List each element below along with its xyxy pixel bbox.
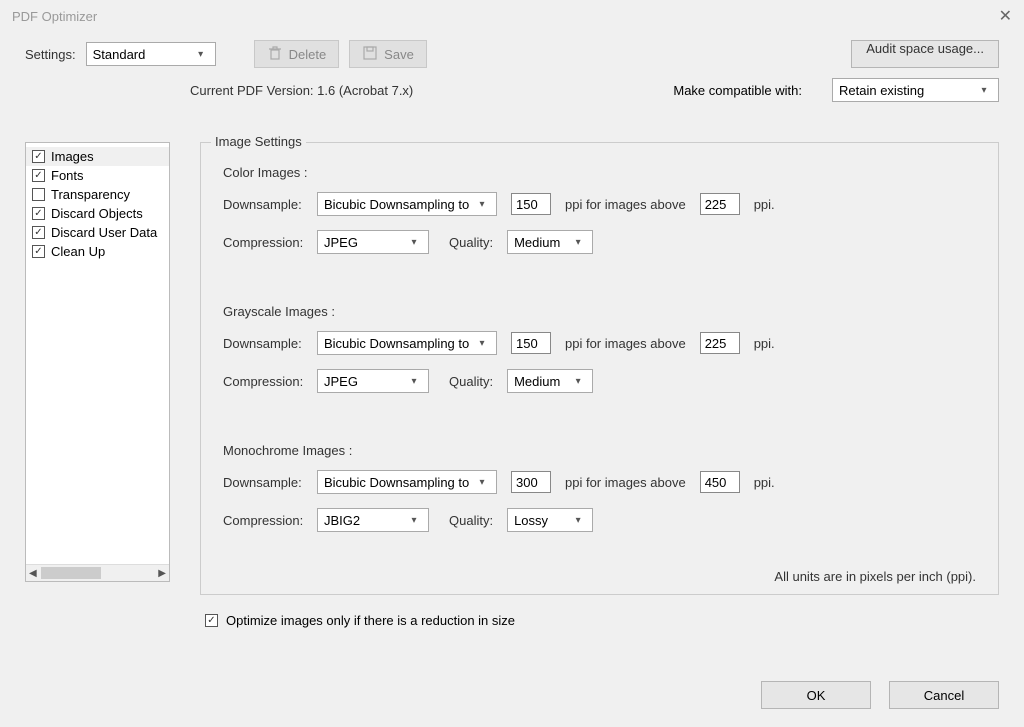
chevron-down-icon: ▾	[570, 376, 586, 387]
bottom-buttons: OK Cancel	[761, 681, 999, 709]
current-version-label: Current PDF Version: 1.6 (Acrobat 7.x)	[190, 83, 413, 98]
downsample-select[interactable]: Bicubic Downsampling to▾	[317, 192, 497, 216]
info-row: Current PDF Version: 1.6 (Acrobat 7.x) M…	[0, 72, 1024, 114]
compat-select[interactable]: Retain existing ▾	[832, 78, 999, 102]
downsample-select[interactable]: Bicubic Downsampling to▾	[317, 331, 497, 355]
ppi-mid-text: ppi for images above	[565, 197, 686, 212]
sidebar-item-label: Discard Objects	[51, 206, 143, 221]
compat-label: Make compatible with:	[673, 83, 802, 98]
quality-select[interactable]: Medium▾	[507, 230, 593, 254]
image-section: Monochrome Images : Downsample: Bicubic Do…	[223, 443, 976, 532]
compression-select[interactable]: JBIG2▾	[317, 508, 429, 532]
sidebar-item-discard-objects[interactable]: Discard Objects	[26, 204, 169, 223]
section-title: Monochrome Images :	[223, 443, 976, 458]
ppi-mid-text: ppi for images above	[565, 475, 686, 490]
sidebar-checkbox[interactable]	[32, 226, 45, 239]
settings-select[interactable]: Standard ▾	[86, 42, 216, 66]
quality-select[interactable]: Medium▾	[507, 369, 593, 393]
category-sidebar: Images Fonts Transparency Discard Objects Di…	[25, 142, 170, 582]
settings-value: Standard	[93, 47, 146, 62]
chevron-down-icon: ▾	[406, 376, 422, 387]
units-note: All units are in pixels per inch (ppi).	[774, 569, 976, 584]
chevron-down-icon: ▾	[474, 199, 490, 210]
quality-label: Quality:	[449, 513, 493, 528]
audit-space-button[interactable]: Audit space usage...	[851, 40, 999, 68]
chevron-down-icon: ▾	[406, 515, 422, 526]
chevron-down-icon: ▾	[570, 237, 586, 248]
chevron-down-icon: ▾	[406, 237, 422, 248]
window-title: PDF Optimizer	[12, 9, 97, 24]
chevron-down-icon: ▾	[570, 515, 586, 526]
section-title: Grayscale Images :	[223, 304, 976, 319]
section-title: Color Images :	[223, 165, 976, 180]
sidebar-checkbox[interactable]	[32, 150, 45, 163]
compression-label: Compression:	[223, 235, 303, 250]
image-section: Color Images : Downsample: Bicubic Downsam…	[223, 165, 976, 294]
optimize-row: Optimize images only if there is a reduc…	[205, 613, 1024, 628]
ppi-input[interactable]	[511, 332, 551, 354]
scroll-left-icon[interactable]: ◀	[29, 568, 37, 579]
scroll-thumb[interactable]	[41, 567, 101, 579]
ppi-input[interactable]	[511, 471, 551, 493]
ppi-suffix: ppi.	[754, 197, 775, 212]
optimize-label: Optimize images only if there is a reduc…	[226, 613, 515, 628]
sidebar-item-transparency[interactable]: Transparency	[26, 185, 169, 204]
sidebar-checkbox[interactable]	[32, 169, 45, 182]
downsample-label: Downsample:	[223, 475, 303, 490]
sidebar-scrollbar[interactable]: ◀ ▶	[26, 564, 169, 581]
settings-label: Settings:	[25, 47, 76, 62]
compression-label: Compression:	[223, 374, 303, 389]
ppi-above-input[interactable]	[700, 332, 740, 354]
sidebar-item-label: Fonts	[51, 168, 84, 183]
ppi-above-input[interactable]	[700, 193, 740, 215]
sidebar-item-label: Discard User Data	[51, 225, 157, 240]
save-icon	[362, 45, 378, 64]
close-icon[interactable]: ✕	[999, 6, 1012, 26]
sidebar-item-label: Transparency	[51, 187, 130, 202]
sidebar-checkbox[interactable]	[32, 188, 45, 201]
chevron-down-icon: ▾	[193, 49, 209, 60]
quality-label: Quality:	[449, 235, 493, 250]
image-section: Grayscale Images : Downsample: Bicubic Dow…	[223, 304, 976, 433]
trash-icon	[267, 45, 283, 64]
ppi-suffix: ppi.	[754, 336, 775, 351]
quality-select[interactable]: Lossy▾	[507, 508, 593, 532]
sidebar-item-label: Clean Up	[51, 244, 105, 259]
compression-label: Compression:	[223, 513, 303, 528]
panel-title: Image Settings	[211, 134, 306, 149]
main-area: Images Fonts Transparency Discard Objects Di…	[0, 142, 1024, 595]
scroll-right-icon[interactable]: ▶	[158, 568, 166, 579]
chevron-down-icon: ▾	[474, 338, 490, 349]
downsample-label: Downsample:	[223, 197, 303, 212]
dialog-window: PDF Optimizer ✕ Settings: Standard ▾ Del…	[0, 0, 1024, 727]
ok-button[interactable]: OK	[761, 681, 871, 709]
sidebar-checkbox[interactable]	[32, 245, 45, 258]
ppi-above-input[interactable]	[700, 471, 740, 493]
sidebar-item-images[interactable]: Images	[26, 147, 169, 166]
quality-label: Quality:	[449, 374, 493, 389]
titlebar: PDF Optimizer ✕	[0, 0, 1024, 32]
sidebar-item-clean-up[interactable]: Clean Up	[26, 242, 169, 261]
settings-panel: Image Settings Color Images :Downsample:…	[200, 142, 999, 595]
delete-button[interactable]: Delete	[254, 40, 340, 68]
sidebar-item-label: Images	[51, 149, 94, 164]
ppi-input[interactable]	[511, 193, 551, 215]
downsample-label: Downsample:	[223, 336, 303, 351]
settings-row: Settings: Standard ▾ Delete Save Audit s…	[0, 32, 1024, 72]
sidebar-item-discard-user-data[interactable]: Discard User Data	[26, 223, 169, 242]
compression-select[interactable]: JPEG▾	[317, 230, 429, 254]
sidebar-checkbox[interactable]	[32, 207, 45, 220]
cancel-button[interactable]: Cancel	[889, 681, 999, 709]
sidebar-item-fonts[interactable]: Fonts	[26, 166, 169, 185]
chevron-down-icon: ▾	[976, 85, 992, 96]
save-button[interactable]: Save	[349, 40, 427, 68]
chevron-down-icon: ▾	[474, 477, 490, 488]
compression-select[interactable]: JPEG▾	[317, 369, 429, 393]
optimize-checkbox[interactable]	[205, 614, 218, 627]
downsample-select[interactable]: Bicubic Downsampling to▾	[317, 470, 497, 494]
ppi-mid-text: ppi for images above	[565, 336, 686, 351]
ppi-suffix: ppi.	[754, 475, 775, 490]
